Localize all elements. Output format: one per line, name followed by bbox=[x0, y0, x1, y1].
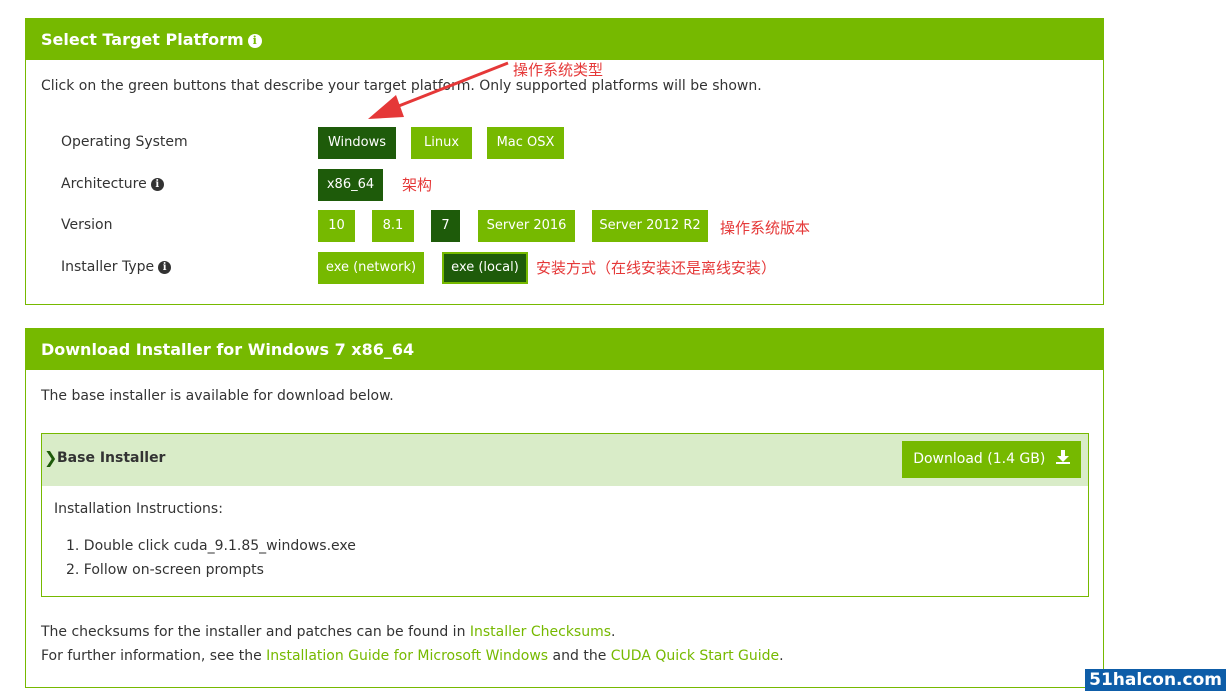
download-intro: The base installer is available for down… bbox=[41, 388, 394, 404]
version-label: Version bbox=[61, 217, 113, 233]
instructions-title: Installation Instructions: bbox=[54, 501, 223, 517]
checksums-line: The checksums for the installer and patc… bbox=[41, 624, 615, 640]
installer-label: Installer Type bbox=[61, 259, 155, 275]
download-icon bbox=[1055, 450, 1070, 464]
watermark-logo: 51halcon.com bbox=[1085, 669, 1226, 691]
version-8-1-button[interactable]: 8.1 bbox=[372, 210, 414, 242]
further-info-line: For further information, see the Install… bbox=[41, 648, 784, 664]
arch-label: Architecture bbox=[61, 176, 147, 192]
annotation-install-method: 安装方式（在线安装还是离线安装） bbox=[536, 259, 777, 277]
instruction-step: 2. Follow on-screen prompts bbox=[66, 562, 264, 578]
version-server-2012-r2-button[interactable]: Server 2012 R2 bbox=[592, 210, 708, 242]
download-panel: Download Installer for Windows 7 x86_64 … bbox=[25, 328, 1104, 688]
version-7-button[interactable]: 7 bbox=[431, 210, 460, 242]
further-prefix: For further information, see the bbox=[41, 648, 267, 664]
platform-panel-header: Select Target Platform i bbox=[26, 19, 1103, 60]
installer-network-button[interactable]: exe (network) bbox=[318, 252, 424, 284]
platform-panel: Select Target Platform i Click on the gre… bbox=[25, 18, 1104, 305]
installer-local-button[interactable]: exe (local) bbox=[442, 252, 528, 284]
info-icon[interactable]: i bbox=[247, 34, 262, 48]
info-icon[interactable]: i bbox=[158, 261, 172, 274]
annotation-os-version: 操作系统版本 bbox=[720, 219, 811, 237]
base-installer-title: Base Installer bbox=[57, 450, 166, 466]
installation-guide-link[interactable]: Installation Guide for Microsoft Windows bbox=[266, 648, 548, 664]
download-label: Download (1.4 GB) bbox=[913, 451, 1046, 467]
installer-label-row: Installer Type i bbox=[61, 259, 172, 275]
annotation-arrow bbox=[368, 61, 509, 119]
download-button[interactable]: Download (1.4 GB) bbox=[902, 441, 1081, 478]
checksums-suffix: . bbox=[611, 624, 616, 640]
instruction-step: 1. Double click cuda_9.1.85_windows.exe bbox=[66, 538, 356, 554]
info-icon[interactable]: i bbox=[150, 178, 164, 191]
quick-start-guide-link[interactable]: CUDA Quick Start Guide bbox=[611, 648, 779, 664]
base-installer-header[interactable]: ❯ Base Installer Download (1.4 GB) bbox=[42, 434, 1088, 486]
version-server-2016-button[interactable]: Server 2016 bbox=[478, 210, 575, 242]
arch-label-row: Architecture i bbox=[61, 176, 164, 192]
base-installer-panel: ❯ Base Installer Download (1.4 GB) Insta… bbox=[41, 433, 1089, 597]
annotation-arch: 架构 bbox=[402, 176, 433, 194]
checksums-prefix: The checksums for the installer and patc… bbox=[41, 624, 470, 640]
installer-checksums-link[interactable]: Installer Checksums bbox=[470, 624, 611, 640]
platform-panel-title: Select Target Platform bbox=[41, 30, 244, 49]
arch-x86-64-button[interactable]: x86_64 bbox=[318, 169, 383, 201]
further-suffix: . bbox=[779, 648, 784, 664]
download-panel-title: Download Installer for Windows 7 x86_64 bbox=[41, 340, 415, 359]
further-middle: and the bbox=[548, 648, 611, 664]
chevron-right-icon: ❯ bbox=[44, 448, 58, 467]
download-panel-header: Download Installer for Windows 7 x86_64 bbox=[26, 329, 1103, 370]
os-label: Operating System bbox=[61, 134, 188, 150]
version-10-button[interactable]: 10 bbox=[318, 210, 355, 242]
